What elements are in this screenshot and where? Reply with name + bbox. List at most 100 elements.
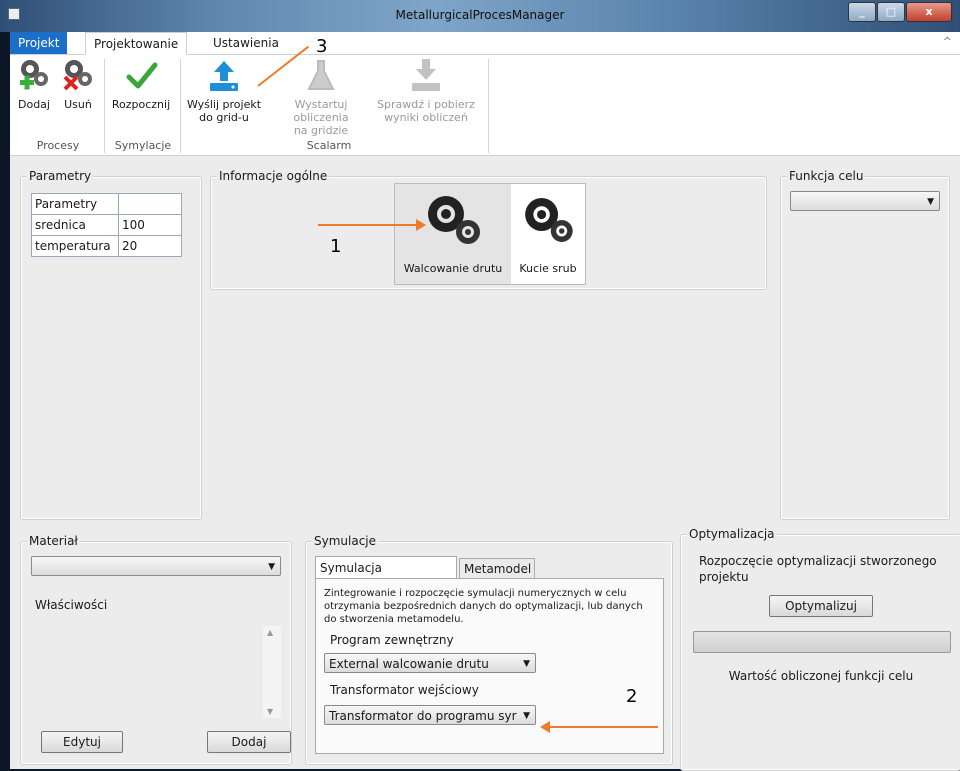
ribbon-separator [104, 59, 105, 153]
window-border [0, 32, 10, 769]
input-transformer-value: Transformator do programu syr [329, 709, 517, 723]
remove-process-label: Usuń [64, 98, 92, 111]
flask-icon [307, 60, 335, 90]
simulations-group: Symulacje Symulacja numeryczna Metamodel… [305, 534, 673, 765]
annotation-arrow-1 [318, 224, 422, 226]
general-info-group: Informacje ogólne Walcowanie drutu Kucie… [210, 169, 767, 290]
tab-projekt[interactable]: Projekt [10, 32, 68, 54]
external-program-label: Program zewnętrzny [330, 633, 454, 647]
remove-process-button[interactable]: Usuń [58, 55, 98, 139]
checkmark-icon [126, 62, 158, 89]
check-results-label: Sprawdź i pobierz [377, 98, 475, 111]
chevron-down-icon: ▼ [523, 659, 530, 669]
optimization-group: Optymalizacja Rozpoczęcie optymalizacji … [680, 527, 960, 771]
upload-icon [210, 61, 238, 91]
close-button[interactable]: x [906, 2, 952, 22]
process-label: Kucie srub [519, 262, 577, 275]
simulations-group-title: Symulacje [312, 534, 379, 548]
start-simulation-button[interactable]: Rozpocznij [108, 55, 174, 139]
optimization-progress-bar [693, 631, 951, 653]
material-group-title: Materiał [27, 534, 80, 548]
start-simulation-label: Rozpocznij [111, 98, 171, 111]
ribbon-separator [488, 59, 489, 153]
process-list: Walcowanie drutu Kucie srub [394, 183, 586, 285]
download-icon [412, 59, 440, 91]
input-transformer-label: Transformator wejściowy [330, 683, 479, 697]
properties-scrollbar[interactable]: ▲ ▼ [263, 626, 281, 718]
optimize-button[interactable]: Optymalizuj [769, 595, 873, 617]
chevron-down-icon: ▼ [927, 197, 934, 207]
objective-group-title: Funkcja celu [787, 169, 866, 183]
ribbon-separator [180, 59, 181, 153]
optimization-group-title: Optymalizacja [687, 527, 777, 541]
start-grid-calculation-label: Wystartuj obliczenia [293, 98, 349, 124]
scroll-down-icon[interactable]: ▼ [267, 707, 273, 716]
group-procesy-label: Procesy [36, 139, 80, 152]
chevron-down-icon: ▼ [268, 562, 275, 572]
material-select[interactable]: ▼ [31, 556, 281, 576]
gears-add-icon [20, 60, 48, 90]
process-item[interactable]: Kucie srub [511, 184, 585, 284]
parameters-header: Parametry [31, 193, 119, 215]
objective-value-label: Wartość obliczonej funkcji celu [728, 669, 914, 683]
objective-select[interactable]: ▼ [790, 191, 940, 211]
maximize-button[interactable]: □ [877, 2, 905, 22]
window-title: MetallurgicalProcesManager [395, 8, 565, 22]
add-process-button[interactable]: Dodaj [14, 55, 54, 139]
title-bar: MetallurgicalProcesManager _ □ x [0, 0, 960, 32]
param-name: temperatura [31, 235, 119, 257]
process-item[interactable]: Walcowanie drutu [395, 184, 511, 284]
annotation-3: 3 [316, 36, 328, 57]
scroll-up-icon[interactable]: ▲ [267, 628, 273, 637]
param-value-input[interactable]: 100 [118, 214, 182, 236]
send-to-grid-label-2: do grid-u [199, 111, 249, 124]
tab-projektowanie[interactable]: Projektowanie [85, 32, 188, 55]
send-to-grid-label: Wyślij projekt [186, 98, 262, 111]
add-material-button[interactable]: Dodaj [207, 731, 291, 753]
material-group: Materiał ▼ Właściwości ▲ ▼ Edytuj Dodaj [20, 534, 292, 765]
main-content: Parametry Parametry srednica 100 tempera… [10, 156, 960, 771]
parameters-group-title: Parametry [27, 169, 94, 183]
send-to-grid-button[interactable]: Wyślij projekt do grid-u [182, 55, 266, 139]
optimization-description: Rozpoczęcie optymalizacji stworzonego pr… [699, 554, 937, 584]
annotation-2: 2 [626, 686, 638, 707]
process-label: Walcowanie drutu [403, 262, 503, 275]
gears-icon [525, 198, 573, 242]
param-name: srednica [31, 214, 119, 236]
parameters-table: Parametry srednica 100 temperatura 20 [31, 193, 182, 257]
start-grid-calculation-label-2: na gridzie [293, 124, 349, 137]
input-transformer-select[interactable]: Transformator do programu syr ▼ [324, 705, 536, 725]
ribbon-tabs: Projekt Projektowanie Ustawienia ^ [10, 32, 960, 55]
annotation-1: 1 [330, 236, 342, 257]
annotation-arrow-2 [548, 726, 658, 728]
objective-group: Funkcja celu ▼ [780, 169, 950, 520]
check-results-button[interactable]: Sprawdź i pobierz wyniki obliczeń [376, 55, 476, 139]
table-row: srednica 100 [31, 214, 182, 236]
tab-numeric-simulation[interactable]: Symulacja numeryczna [315, 556, 457, 597]
group-symylacje-label: Symylacje [114, 139, 172, 152]
ribbon-collapse-icon[interactable]: ^ [943, 35, 952, 48]
group-scalarm-label: Scalarm [306, 139, 352, 152]
edit-material-button[interactable]: Edytuj [41, 731, 123, 753]
simulation-description: Zintegrowanie i rozpoczęcie symulacji nu… [324, 588, 643, 625]
gears-remove-icon [63, 60, 92, 91]
check-results-label-2: wyniki obliczeń [384, 111, 468, 124]
table-row: temperatura 20 [31, 235, 182, 257]
general-info-group-title: Informacje ogólne [217, 169, 330, 183]
external-program-select[interactable]: External walcowanie drutu ▼ [324, 653, 536, 673]
tab-metamodel[interactable]: Metamodel [459, 558, 535, 578]
param-value-input[interactable]: 20 [118, 235, 182, 257]
arrow-head-icon [540, 721, 550, 733]
properties-label: Właściwości [35, 598, 108, 612]
external-program-value: External walcowanie drutu [329, 657, 489, 671]
parameters-header-value [118, 193, 182, 215]
gears-icon [428, 196, 480, 244]
arrow-head-icon [416, 219, 426, 231]
table-header-row: Parametry [31, 193, 182, 215]
parameters-group: Parametry Parametry srednica 100 tempera… [20, 169, 202, 520]
tab-ustawienia[interactable]: Ustawienia [205, 32, 287, 54]
add-process-label: Dodaj [18, 98, 50, 111]
chevron-down-icon: ▼ [523, 711, 530, 721]
ribbon: Dodaj Usuń Procesy Rozpocznij Symylacje … [10, 55, 960, 156]
minimize-button[interactable]: _ [848, 2, 876, 22]
